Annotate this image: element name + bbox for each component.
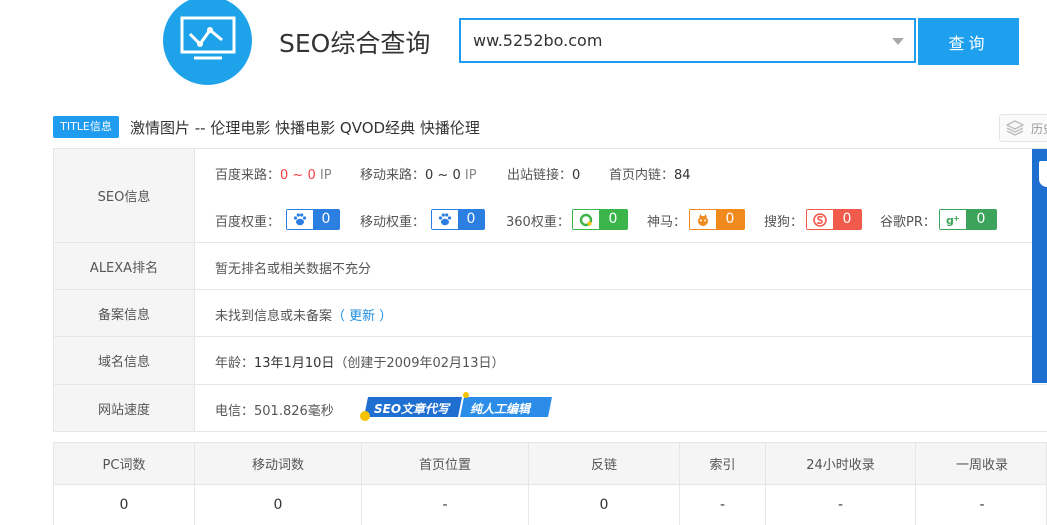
value-homepage-position: - xyxy=(362,485,529,525)
google-plus-icon: g + xyxy=(940,210,966,229)
keyword-stats-table: PC词数 移动词数 首页位置 反链 索引 24小时收录 一周收录 0 0 - 0… xyxy=(53,442,1047,525)
title-tag: TITLE信息 xyxy=(53,116,119,138)
beian-text: 未找到信息或未备案（ 更新 ） xyxy=(215,309,393,324)
update-link[interactable]: （ 更新 ） xyxy=(332,309,392,324)
header-backlinks: 反链 xyxy=(529,443,680,484)
sogou-icon xyxy=(807,210,833,229)
header-mobile-words: 移动词数 xyxy=(195,443,362,484)
paw-icon xyxy=(287,210,313,229)
monitor-chart-icon xyxy=(180,16,236,60)
alexa-text: 暂无排名或相关数据不充分 xyxy=(215,262,372,277)
weight-360-label: 360权重： xyxy=(506,215,570,230)
ad-left-text: SEO文章代写 xyxy=(374,402,450,416)
domain-row: 域名信息 年龄：13年1月10日（创建于2009年02月13日） xyxy=(53,337,1047,385)
history-button[interactable]: 历史 xyxy=(999,114,1047,142)
side-promo-strip[interactable] xyxy=(1032,149,1047,383)
row-label-beian: 备案信息 xyxy=(54,290,195,336)
baidu-source-value: 0 ~ 0 xyxy=(280,168,316,183)
header-24h-indexed: 24小时收录 xyxy=(766,443,916,484)
ad-banner[interactable]: SEO文章代写 纯人工编辑 xyxy=(358,392,554,422)
weight-360-badge[interactable]: 0 xyxy=(572,209,628,230)
row-label-seo: SEO信息 xyxy=(54,149,195,242)
mobile-source: 移动来路：0 ~ 0 IP xyxy=(360,168,477,183)
header-week-indexed: 一周收录 xyxy=(955,458,1008,473)
stack-icon xyxy=(1006,120,1024,136)
value-pc-words: 0 xyxy=(54,485,195,525)
homepage-links: 首页内链：84 xyxy=(609,168,691,183)
google-pr-label: 谷歌PR： xyxy=(880,215,936,230)
svg-text:+: + xyxy=(953,214,960,223)
beian-row: 备案信息 未找到信息或未备案（ 更新 ） xyxy=(53,290,1047,337)
mobile-weight-badge[interactable]: 0 xyxy=(431,209,485,230)
google-pr-badge[interactable]: g + 0 xyxy=(939,209,997,230)
shenma-badge[interactable]: 0 xyxy=(689,209,745,230)
shenma-label: 神马： xyxy=(647,215,687,230)
brand-title: SEO综合查询 xyxy=(279,29,431,58)
keyword-stats-header: PC词数 移动词数 首页位置 反链 索引 24小时收录 一周收录 xyxy=(53,442,1047,485)
header-index: 索引 xyxy=(680,443,766,484)
search-button[interactable]: 查询 xyxy=(918,18,1019,65)
horse-icon xyxy=(690,210,716,229)
paw-mobile-icon xyxy=(432,210,458,229)
seo-info-row: SEO信息 百度来路：0 ~ 0 IP 移动来路：0 ~ 0 IP 出站链接：0… xyxy=(53,149,1047,243)
row-label-alexa: ALEXA排名 xyxy=(54,243,195,289)
ad-right-text: 纯人工编辑 xyxy=(470,402,531,416)
seo-info-table: SEO信息 百度来路：0 ~ 0 IP 移动来路：0 ~ 0 IP 出站链接：0… xyxy=(53,148,1047,432)
sogou-badge[interactable]: 0 xyxy=(806,209,862,230)
chevron-down-icon[interactable] xyxy=(892,38,904,45)
keyword-stats-row: 0 0 - 0 - - - xyxy=(53,485,1047,525)
value-24h-indexed: - xyxy=(766,485,916,525)
header-pc-words: PC词数 xyxy=(54,443,195,484)
shield-icon xyxy=(1039,161,1047,187)
site-logo[interactable] xyxy=(163,0,252,85)
baidu-source: 百度来路：0 ~ 0 IP xyxy=(215,168,332,183)
value-index: - xyxy=(680,485,766,525)
speed-text: 电信：501.826毫秒 xyxy=(215,404,334,419)
outlinks: 出站链接：0 xyxy=(507,168,581,183)
circle-360-icon xyxy=(573,210,599,229)
baidu-weight-label: 百度权重： xyxy=(215,215,281,230)
header-homepage-position: 首页位置 xyxy=(362,443,529,484)
value-mobile-words: 0 xyxy=(195,485,362,525)
sogou-label: 搜狗： xyxy=(764,215,804,230)
value-backlinks: 0 xyxy=(529,485,680,525)
mobile-weight-label: 移动权重： xyxy=(360,215,426,230)
domain-age: 年龄：13年1月10日（创建于2009年02月13日） xyxy=(215,356,505,371)
search-box[interactable] xyxy=(459,18,916,63)
value-week-indexed: - xyxy=(979,497,985,513)
history-label: 历史 xyxy=(1031,122,1047,136)
page-title-text: 激情图片 -- 伦理电影 快播电影 QVOD经典 快播伦理 xyxy=(130,119,480,137)
row-label-speed: 网站速度 xyxy=(54,385,195,431)
alexa-row: ALEXA排名 暂无排名或相关数据不充分 xyxy=(53,243,1047,290)
row-label-domain: 域名信息 xyxy=(54,337,195,384)
search-input[interactable] xyxy=(473,31,873,50)
baidu-weight-badge[interactable]: 0 xyxy=(286,209,340,230)
